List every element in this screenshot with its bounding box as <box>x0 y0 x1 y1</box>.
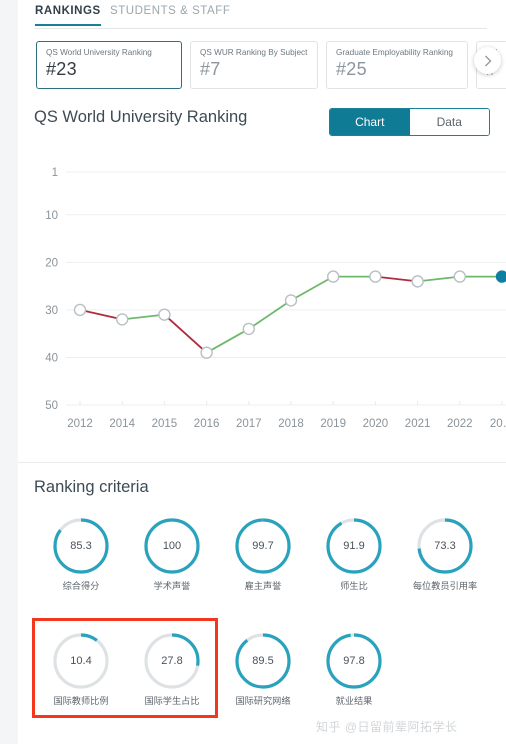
chart-point <box>369 270 382 283</box>
x-axis-tick-label: 2022 <box>447 418 473 430</box>
y-axis-tick-label: 30 <box>45 305 58 317</box>
chart-point <box>200 346 213 359</box>
carousel-next-button[interactable] <box>474 47 501 74</box>
tab-active-underline <box>35 23 101 26</box>
ranking-card-title: Graduate Employability Ranking <box>336 48 453 57</box>
toggle-chart-button[interactable]: Chart <box>330 109 410 135</box>
ranking-card-title: QS World University Ranking <box>46 48 152 57</box>
y-axis-tick-label: 20 <box>45 257 58 269</box>
ranking-line-chart: 1 10 20 30 40 50 2012 2014 2015 2016 2017 2018 2019 2… <box>18 150 506 450</box>
tab-rankings[interactable]: RANKINGS <box>35 5 101 26</box>
x-axis-tick-label: 2014 <box>109 418 135 430</box>
chart-point-current <box>495 270 506 283</box>
chart-point <box>242 322 256 336</box>
x-axis-tick-label: 20… <box>490 418 506 430</box>
ranking-card-graduate-employability[interactable]: Graduate Employability Ranking #25 <box>326 41 468 89</box>
chart-point <box>411 275 424 288</box>
chart-point <box>115 313 129 326</box>
criteria-value: 85.3 <box>70 540 92 552</box>
chart-point <box>73 303 87 317</box>
chart-line-segment <box>417 275 460 283</box>
chart-line-segment <box>290 275 334 302</box>
criteria-label: 师生比 <box>340 581 368 591</box>
criteria-value: 97.8 <box>343 655 365 667</box>
ranking-criteria-title: Ranking criteria <box>34 478 149 496</box>
criteria-label: 就业结果 <box>335 696 373 706</box>
criteria-item-r1-0[interactable]: 85.3 综合得分 <box>51 516 111 592</box>
criteria-label: 每位教员引用率 <box>412 581 478 591</box>
chart-line-segment <box>206 328 250 354</box>
x-axis-tick-label: 2015 <box>152 418 178 430</box>
criteria-value: 91.9 <box>343 540 365 552</box>
chart-svg-canvas: 1 10 20 30 40 50 2012 2014 2015 2016 2017 2018 2019 2… <box>45 167 506 430</box>
criteria-donut-ring: 73.3 <box>415 516 475 576</box>
criteria-item-r2-2[interactable]: 89.5 国际研究网络 <box>233 631 293 707</box>
criteria-donut-ring: 100 <box>142 516 202 576</box>
criteria-value: 89.5 <box>252 655 274 667</box>
criteria-donut-ring: 89.5 <box>233 631 293 691</box>
x-axis-tick-label: 2012 <box>67 418 93 430</box>
criteria-item-r2-3[interactable]: 97.8 就业结果 <box>324 631 384 707</box>
tab-students-and-staff-label: STUDENTS & STAFF <box>110 5 231 17</box>
criteria-value: 100 <box>162 540 182 552</box>
chart-line-segment <box>248 299 292 330</box>
toggle-data-button[interactable]: Data <box>409 109 489 135</box>
ranking-card-qs-world[interactable]: QS World University Ranking #23 <box>36 41 182 89</box>
x-axis-tick-label: 2020 <box>363 418 389 430</box>
criteria-label: 学术声誉 <box>153 581 191 591</box>
section-divider <box>18 462 506 463</box>
chart-point <box>284 294 298 307</box>
ranking-card-title: QS WUR Ranking By Subject <box>200 48 308 57</box>
x-axis-tick-label: 2018 <box>278 418 304 430</box>
page-left-gutter <box>0 0 18 744</box>
chart-line-segment <box>79 309 123 321</box>
chart-line-segment <box>375 275 418 283</box>
page-root: RANKINGS STUDENTS & STAFF QS World Unive… <box>0 0 506 744</box>
criteria-donut-ring: 97.8 <box>324 631 384 691</box>
x-axis-tick-label: 2016 <box>194 418 220 430</box>
tab-students-and-staff[interactable]: STUDENTS & STAFF <box>110 5 230 17</box>
criteria-label: 雇主声誉 <box>244 581 282 591</box>
y-axis-tick-label: 40 <box>45 352 58 364</box>
chart-panel-title: QS World University Ranking <box>34 108 248 126</box>
top-tab-bar: RANKINGS STUDENTS & STAFF <box>18 0 488 30</box>
ranking-card-value: #7 <box>200 59 221 79</box>
criteria-donut-ring: 91.9 <box>324 516 384 576</box>
ranking-card-value: #23 <box>46 59 77 79</box>
criteria-label: 综合得分 <box>62 581 100 591</box>
tab-rankings-label: RANKINGS <box>35 5 101 17</box>
x-axis-tick-label: 2017 <box>236 418 262 430</box>
chart-point <box>158 308 171 321</box>
watermark-text: 知乎 @日留前辈阿拓学长 <box>316 720 458 734</box>
criteria-item-r1-4[interactable]: 73.3 每位教员引用率 <box>413 516 477 592</box>
ranking-card-qs-wur-subject[interactable]: QS WUR Ranking By Subject #7 <box>190 41 318 89</box>
x-axis-tick-label: 2019 <box>320 418 346 430</box>
chart-data-toggle: Chart Data <box>329 108 490 136</box>
criteria-donut-ring: 85.3 <box>51 516 111 576</box>
chart-point <box>453 270 466 283</box>
criteria-value: 99.7 <box>252 540 274 552</box>
criteria-item-r1-2[interactable]: 99.7 雇主声誉 <box>233 516 293 592</box>
ranking-card-value: #25 <box>336 59 367 79</box>
y-axis-tick-label: 10 <box>45 210 58 222</box>
highlight-annotation-box <box>32 618 218 718</box>
criteria-item-r1-1[interactable]: 100 学术声誉 <box>142 516 202 592</box>
criteria-item-r1-3[interactable]: 91.9 师生比 <box>324 516 384 592</box>
y-axis-tick-label: 1 <box>52 167 58 179</box>
ranking-card-carousel: QS World University Ranking #23 QS WUR R… <box>18 41 506 91</box>
tab-bar-divider <box>35 28 487 29</box>
criteria-label: 国际研究网络 <box>235 696 291 706</box>
y-axis-tick-label: 50 <box>45 400 58 412</box>
x-axis-tick-label: 2021 <box>405 418 431 430</box>
criteria-value: 73.3 <box>434 540 456 552</box>
chart-line-segment <box>122 313 165 321</box>
chart-point <box>327 270 340 283</box>
criteria-donut-ring: 99.7 <box>233 516 293 576</box>
chart-line-segment <box>163 313 208 354</box>
chevron-right-icon <box>483 55 493 67</box>
